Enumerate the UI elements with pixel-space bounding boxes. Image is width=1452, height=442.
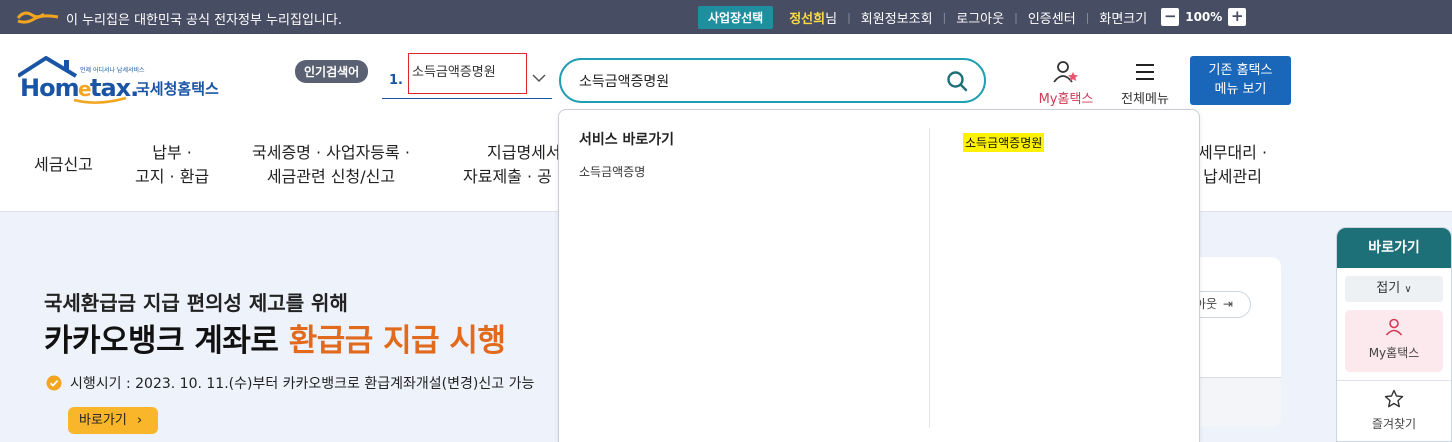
zoom-in-button[interactable]: + (1228, 8, 1247, 26)
divider: | (1014, 10, 1018, 24)
search-input[interactable] (579, 70, 919, 92)
all-menu-label: 전체메뉴 (1121, 92, 1169, 107)
star-icon (1384, 389, 1404, 408)
logo-korean: 국세청홈택스 (136, 80, 219, 98)
my-hometax-label: My홈택스 (1038, 92, 1094, 107)
chevron-down-icon: ∨ (1404, 284, 1412, 295)
hero-note-text: 시행시기 : 2023. 10. 11.(수)부터 카카오뱅크로 환급계좌개설(… (70, 376, 535, 392)
gnb-certificate[interactable]: 국세증명 · 사업자등록 · 세금관련 신청/신고 (252, 141, 410, 189)
gov-banner-text: 이 누리집은 대한민국 공식 전자정부 누리집입니다. (66, 13, 342, 28)
gnb-label: 자료제출 · 공 (463, 167, 552, 186)
quick-fold-button[interactable]: 접기 ∨ (1345, 276, 1443, 302)
my-hometax-button[interactable]: My홈택스 (1030, 60, 1102, 107)
hero-go-button[interactable]: 바로가기 › (68, 407, 158, 434)
search-box (559, 58, 986, 103)
logout-link[interactable]: 로그아웃 (956, 8, 1004, 27)
cert-center-link[interactable]: 인증센터 (1028, 8, 1076, 27)
gnb-payment[interactable]: 납부 · 고지 · 환급 (135, 141, 209, 189)
zoom-level: 100% (1185, 10, 1223, 24)
old-hometax-line1: 기존 홈택스 (1208, 63, 1273, 78)
svg-text:tax.: tax. (90, 74, 138, 102)
quick-fold-label: 접기 (1376, 281, 1401, 296)
quick-favorites[interactable]: 즐겨찾기 (1337, 381, 1451, 432)
search-autocomplete: 서비스 바로가기 소득금액증명 소득금액증명원 (558, 109, 1200, 442)
popular-search-term[interactable]: 소득금액증명원 (408, 53, 527, 94)
hero-note: 시행시기 : 2023. 10. 11.(수)부터 카카오뱅크로 환급계좌개설(… (46, 373, 534, 393)
divider: | (942, 10, 947, 24)
quick-my-hometax[interactable]: My홈택스 (1345, 310, 1443, 372)
gnb-label: 세무대리 · (1198, 143, 1268, 162)
autocomplete-result-item[interactable]: 소득금액증명 (579, 163, 645, 180)
hero-title-accent: 환급금 지급 시행 (288, 323, 506, 359)
autocomplete-section-title: 서비스 바로가기 (579, 132, 675, 148)
gnb-label: 납세관리 (1203, 167, 1262, 186)
quick-fav-label: 즐겨찾기 (1371, 417, 1417, 431)
gov-banner: 이 누리집은 대한민국 공식 전자정부 누리집입니다. 사업장선택 정선희 님 … (0, 0, 1452, 34)
chevron-down-icon[interactable] (532, 73, 546, 83)
popular-underline (382, 98, 552, 99)
hero-title: 카카오뱅크 계좌로 환급금 지급 시행 (44, 315, 506, 360)
hamburger-icon (1136, 64, 1154, 80)
gov-symbol-icon (16, 11, 59, 24)
gnb-tax-filing[interactable]: 세금신고 (34, 153, 93, 177)
old-hometax-menu-button[interactable]: 기존 홈택스 메뉴 보기 (1190, 56, 1291, 105)
user-star-icon (1053, 61, 1078, 83)
utility-bar: 사업장선택 정선희 님 | 회원정보조회 | 로그아웃 | 인증센터 | 화면크… (698, 5, 1247, 29)
gnb-label: 지급명세서 (487, 143, 559, 162)
hero-subtitle: 국세환급금 지급 편의성 제고를 위해 (44, 291, 348, 315)
chevron-right-icon: › (136, 413, 143, 428)
quick-panel-title: 바로가기 (1337, 228, 1451, 268)
old-hometax-line2: 메뉴 보기 (1214, 82, 1267, 97)
screen-size-label: 화면크기 (1099, 11, 1148, 27)
search-icon[interactable] (946, 70, 968, 92)
logo-small-text: 언제 어디서나 납세서비스 (80, 66, 145, 74)
user-suffix: 님 (825, 11, 838, 27)
check-circle-icon (46, 375, 62, 391)
autocomplete-highlight-item[interactable]: 소득금액증명원 (963, 133, 1045, 152)
gnb-tax-agent[interactable]: 세무대리 · 납세관리 (1198, 141, 1267, 189)
quick-my-label: My홈택스 (1368, 346, 1420, 360)
divider: | (847, 10, 851, 24)
gnb-label: 고지 · 환급 (135, 167, 210, 186)
gnb-label: 납부 · (152, 143, 192, 162)
gnb-label: 세금신고 (34, 155, 93, 174)
member-info-link[interactable]: 회원정보조회 (861, 8, 933, 27)
hero-title-plain: 카카오뱅크 계좌로 (44, 323, 289, 359)
all-menu-button[interactable]: 전체메뉴 (1114, 60, 1176, 107)
logout-icon: ⇥ (1222, 297, 1233, 311)
divider: | (1085, 10, 1090, 24)
gnb-label: 국세증명 · 사업자등록 · (252, 143, 410, 162)
popular-rank: 1. (389, 73, 403, 88)
svg-text:Hom: Hom (20, 74, 79, 102)
gnb-label: 세금관련 신청/신고 (266, 167, 396, 186)
quick-panel: 바로가기 접기 ∨ My홈택스 즐겨찾기 (1336, 227, 1452, 442)
popular-search-label: 인기검색어 (295, 60, 369, 83)
user-name: 정선희 (789, 11, 826, 27)
business-select-button[interactable]: 사업장선택 (698, 5, 774, 29)
autocomplete-divider (929, 128, 930, 428)
gnb-statement[interactable]: 지급명세서 자료제출 · 공 (463, 141, 559, 189)
user-icon (1385, 318, 1403, 336)
hero-go-label: 바로가기 (79, 413, 127, 428)
zoom-out-button[interactable]: − (1161, 8, 1180, 26)
